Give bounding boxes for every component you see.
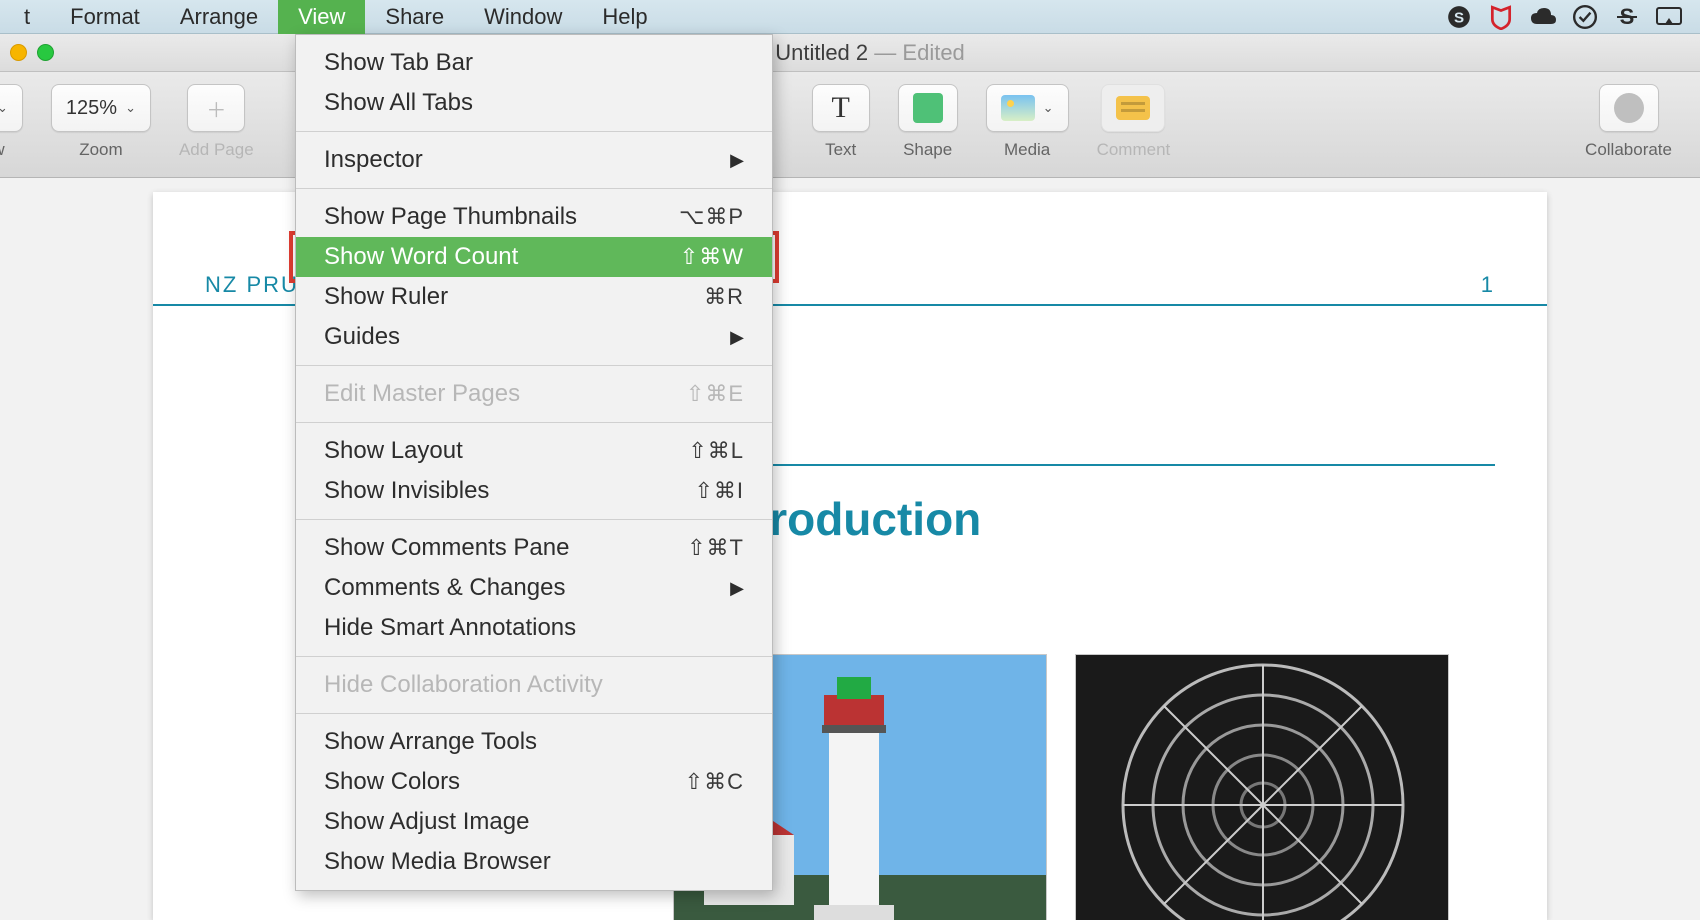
menu-item-label: Show Comments Pane — [324, 534, 687, 562]
media-button[interactable]: ⌄ — [986, 84, 1069, 132]
text-button[interactable]: T — [812, 84, 870, 132]
menu-item-label: Show Ruler — [324, 283, 704, 311]
check-circle-icon[interactable] — [1570, 2, 1600, 32]
menu-insert[interactable]: t — [4, 0, 50, 34]
menu-item-label: Hide Collaboration Activity — [324, 671, 744, 699]
view-options-label: w — [0, 140, 5, 160]
menu-item-show-colors[interactable]: Show Colors⇧⌘C — [296, 762, 772, 802]
menu-item-label: Edit Master Pages — [324, 380, 686, 408]
collaborate-button[interactable] — [1599, 84, 1659, 132]
menu-item-shortcut: ⇧⌘C — [685, 769, 744, 795]
menu-item-show-ruler[interactable]: Show Ruler⌘R — [296, 277, 772, 317]
menu-item-show-word-count[interactable]: Show Word Count⇧⌘W — [296, 237, 772, 277]
menu-item-label: Show Arrange Tools — [324, 728, 744, 756]
menu-item-shortcut: ⇧⌘I — [694, 478, 744, 504]
menu-item-shortcut: ⌘R — [704, 284, 744, 310]
menu-item-label: Show All Tabs — [324, 89, 744, 117]
menu-item-shortcut: ⌥⌘P — [679, 204, 744, 230]
menu-item-label: Show Media Browser — [324, 848, 744, 876]
submenu-arrow-icon: ▶ — [730, 578, 744, 599]
menu-window[interactable]: Window — [464, 0, 582, 34]
menu-item-show-all-tabs[interactable]: Show All Tabs — [296, 83, 772, 123]
menu-item-show-layout[interactable]: Show Layout⇧⌘L — [296, 431, 772, 471]
menu-item-label: Show Adjust Image — [324, 808, 744, 836]
menu-item-shortcut: ⇧⌘T — [687, 535, 744, 561]
menu-item-show-page-thumbnails[interactable]: Show Page Thumbnails⌥⌘P — [296, 197, 772, 237]
menu-item-comments-changes[interactable]: Comments & Changes▶ — [296, 568, 772, 608]
document-area: NZ PRUCA 1 Introduction — [0, 178, 1700, 920]
titlebar: Untitled 2 — Edited — [0, 34, 1700, 72]
menu-item-show-tab-bar[interactable]: Show Tab Bar — [296, 43, 772, 83]
submenu-arrow-icon: ▶ — [730, 327, 744, 348]
mcafee-icon[interactable] — [1486, 2, 1516, 32]
menu-item-shortcut: ⇧⌘W — [680, 244, 744, 270]
minimize-button[interactable] — [10, 44, 27, 61]
add-page-button[interactable]: ＋ — [187, 84, 245, 132]
menu-item-guides[interactable]: Guides▶ — [296, 317, 772, 357]
shape-button[interactable] — [898, 84, 958, 132]
menu-item-inspector[interactable]: Inspector▶ — [296, 140, 772, 180]
menu-view[interactable]: View — [278, 0, 365, 34]
zoom-label: Zoom — [79, 140, 122, 160]
menu-item-show-invisibles[interactable]: Show Invisibles⇧⌘I — [296, 471, 772, 511]
menu-format[interactable]: Format — [50, 0, 160, 34]
menu-item-label: Inspector — [324, 146, 730, 174]
menu-item-label: Show Tab Bar — [324, 49, 744, 77]
menu-item-show-comments-pane[interactable]: Show Comments Pane⇧⌘T — [296, 528, 772, 568]
menu-item-show-media-browser[interactable]: Show Media Browser — [296, 842, 772, 882]
menu-item-label: Show Layout — [324, 437, 688, 465]
menu-item-show-adjust-image[interactable]: Show Adjust Image — [296, 802, 772, 842]
menu-item-label: Show Page Thumbnails — [324, 203, 679, 231]
skype-icon[interactable]: S — [1444, 2, 1474, 32]
comment-label: Comment — [1097, 140, 1171, 160]
menu-arrange[interactable]: Arrange — [160, 0, 278, 34]
media-label: Media — [1004, 140, 1050, 160]
menu-item-shortcut: ⇧⌘L — [688, 438, 744, 464]
menu-item-hide-collaboration-activity: Hide Collaboration Activity — [296, 665, 772, 705]
menu-item-shortcut: ⇧⌘E — [686, 381, 744, 407]
menu-item-hide-smart-annotations[interactable]: Hide Smart Annotations — [296, 608, 772, 648]
view-menu-dropdown: Show Tab BarShow All TabsInspector▶Show … — [295, 34, 773, 891]
header-page-number: 1 — [1481, 272, 1495, 298]
image-spiral-stairs[interactable] — [1075, 654, 1449, 920]
comment-button[interactable] — [1101, 84, 1165, 132]
collaborate-label: Collaborate — [1585, 140, 1672, 160]
add-page-label: Add Page — [179, 140, 254, 160]
text-label: Text — [825, 140, 856, 160]
menu-item-edit-master-pages: Edit Master Pages⇧⌘E — [296, 374, 772, 414]
section-divider — [713, 464, 1495, 466]
menu-item-label: Show Colors — [324, 768, 685, 796]
menu-item-label: Show Invisibles — [324, 477, 694, 505]
toolbar: ⌄ w 125%⌄ Zoom ＋ Add Page T Text Shape ⌄… — [0, 72, 1700, 178]
submenu-arrow-icon: ▶ — [730, 150, 744, 171]
menu-item-show-arrange-tools[interactable]: Show Arrange Tools — [296, 722, 772, 762]
menu-share[interactable]: Share — [365, 0, 464, 34]
cloud-icon[interactable] — [1528, 2, 1558, 32]
menu-item-label: Show Word Count — [324, 243, 680, 271]
view-options-button[interactable]: ⌄ — [0, 84, 23, 132]
zoom-selector[interactable]: 125%⌄ — [51, 84, 151, 132]
screen-mirror-icon[interactable] — [1654, 2, 1684, 32]
svg-text:S: S — [1454, 9, 1464, 26]
zoom-button[interactable] — [37, 44, 54, 61]
menubar: t Format Arrange View Share Window Help … — [0, 0, 1700, 34]
menu-help[interactable]: Help — [582, 0, 667, 34]
menu-item-label: Hide Smart Annotations — [324, 614, 744, 642]
menu-item-label: Guides — [324, 323, 730, 351]
image-row — [673, 654, 1449, 920]
menu-item-label: Comments & Changes — [324, 574, 730, 602]
s-strike-icon[interactable]: S — [1612, 2, 1642, 32]
shape-label: Shape — [903, 140, 952, 160]
